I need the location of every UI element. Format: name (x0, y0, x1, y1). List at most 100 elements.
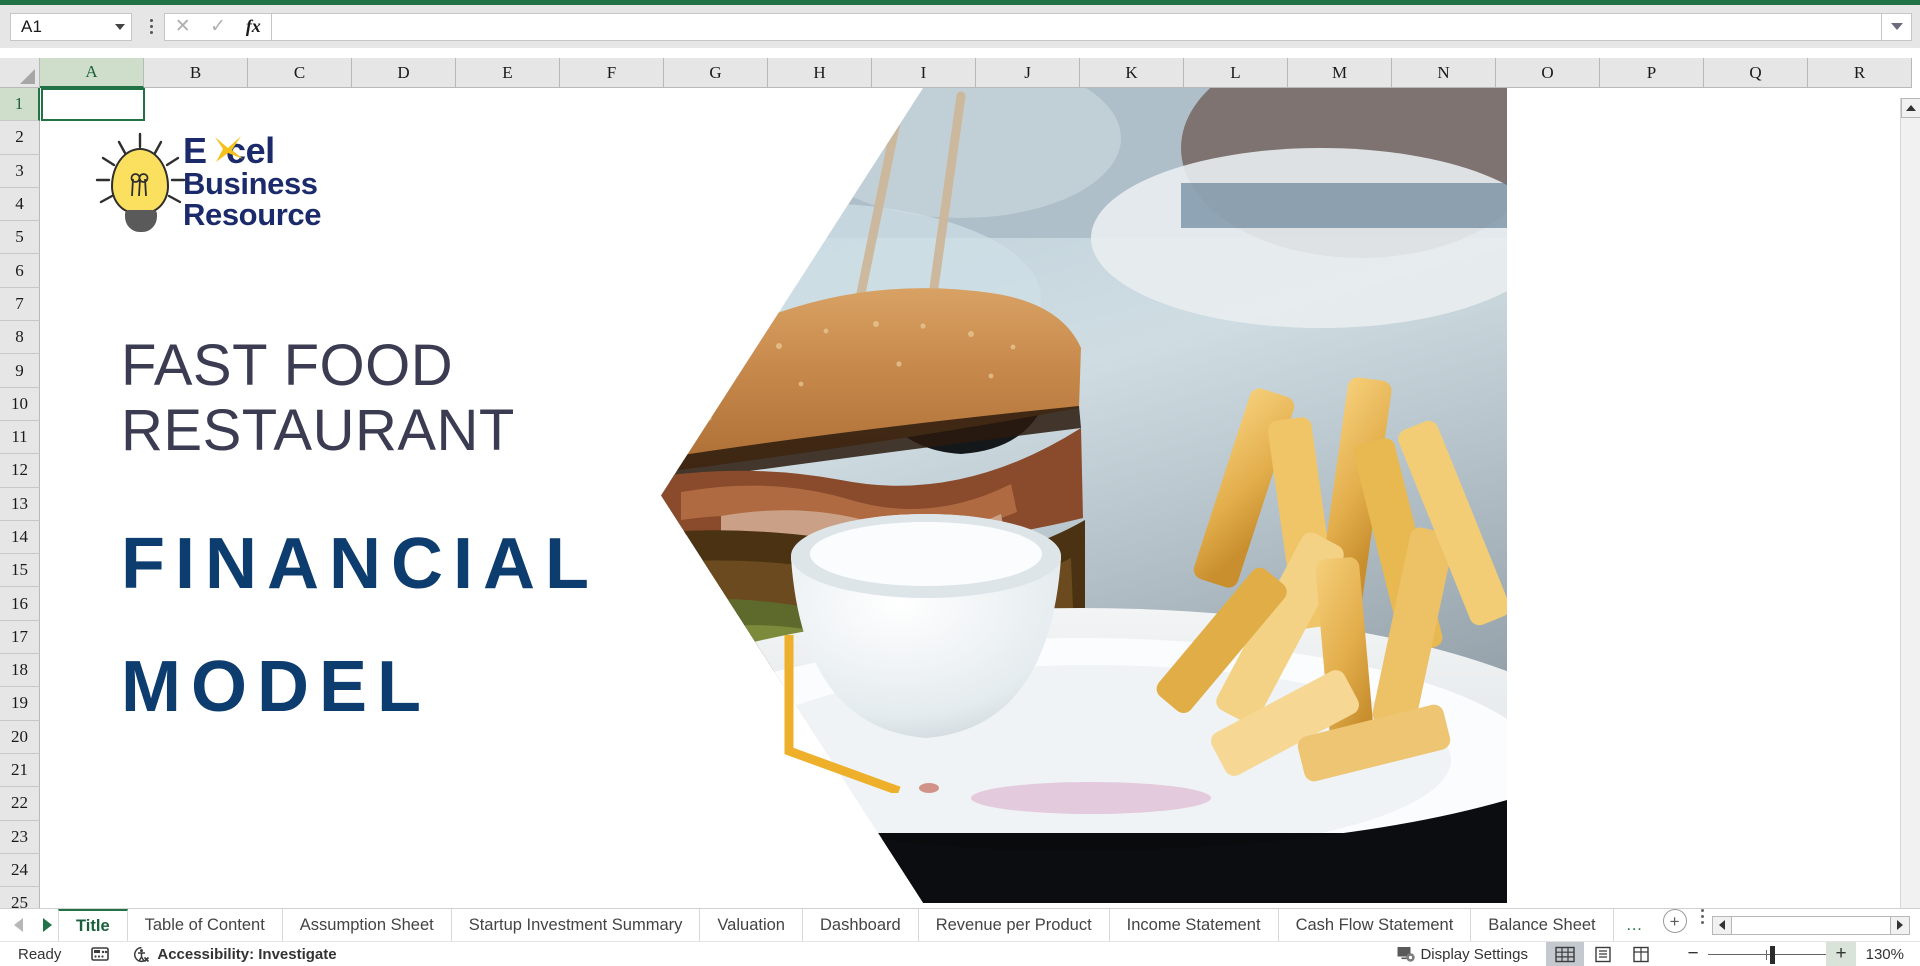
sheet-tab-dashboard[interactable]: Dashboard (803, 909, 919, 941)
formula-input[interactable] (272, 12, 1882, 41)
scroll-up-button[interactable] (1901, 98, 1920, 118)
scroll-right-button[interactable] (1890, 915, 1910, 935)
zoom-slider[interactable] (1708, 942, 1826, 966)
sheet-tab-balance-sheet[interactable]: Balance Sheet (1471, 909, 1614, 941)
sheet-tab-options-icon[interactable] (1700, 909, 1704, 941)
cancel-entry-button[interactable]: ✕ (166, 14, 200, 40)
display-settings-button[interactable]: Display Settings (1397, 946, 1528, 963)
scroll-left-button[interactable] (1711, 915, 1732, 935)
row-header-8[interactable]: 8 (0, 321, 40, 355)
chevron-down-icon (1890, 23, 1903, 30)
row-header-14[interactable]: 14 (0, 520, 40, 555)
column-header-g[interactable]: G (664, 58, 768, 88)
close-icon: ✕ (174, 16, 191, 37)
column-header-f[interactable]: F (560, 58, 664, 88)
horizontal-scroll-track[interactable] (1731, 915, 1890, 935)
row-header-13[interactable]: 13 (0, 487, 40, 521)
zoom-out-button[interactable]: − (1678, 942, 1708, 966)
row-header-9[interactable]: 9 (0, 354, 40, 388)
column-header-e[interactable]: E (456, 58, 560, 88)
column-header-o[interactable]: O (1496, 58, 1600, 88)
select-all-corner[interactable] (0, 58, 40, 88)
column-header-h[interactable]: H (768, 58, 872, 88)
column-header-j[interactable]: J (976, 58, 1080, 88)
row-header-3[interactable]: 3 (0, 154, 40, 188)
record-macro-icon[interactable] (91, 946, 110, 962)
row-header-10[interactable]: 10 (0, 387, 40, 421)
sheet-tab-table-of-content[interactable]: Table of Content (128, 909, 283, 941)
triangle-right-icon (1897, 920, 1903, 930)
zoom-slider-thumb[interactable] (1770, 945, 1775, 964)
row-header-19[interactable]: 19 (0, 687, 40, 721)
row-header-5[interactable]: 5 (0, 221, 40, 255)
column-header-a[interactable]: A (40, 58, 144, 88)
status-bar: Ready Accessibility: Investigate Display… (0, 941, 1920, 966)
accessibility-status[interactable]: Accessibility: Investigate (133, 946, 337, 963)
confirm-entry-button[interactable]: ✓ (201, 14, 235, 40)
chevron-down-icon[interactable] (115, 23, 125, 30)
column-header-l[interactable]: L (1184, 58, 1288, 88)
row-header-11[interactable]: 11 (0, 420, 40, 455)
status-bar-right: Display Settings − + 130% (1397, 941, 1920, 966)
column-header-i[interactable]: I (872, 58, 976, 88)
sheet-tab-startup-investment-summary[interactable]: Startup Investment Summary (452, 909, 701, 941)
title-line-model: MODEL (121, 647, 431, 727)
formula-action-group: ✕ ✓ fx (164, 12, 272, 41)
column-header-b[interactable]: B (144, 58, 248, 88)
row-header-20[interactable]: 20 (0, 720, 40, 754)
row-header-23[interactable]: 23 (0, 820, 40, 854)
sheet-canvas[interactable]: Excel Business Resource FAST FOOD RESTAU… (41, 88, 1920, 948)
column-header-m[interactable]: M (1288, 58, 1392, 88)
column-header-k[interactable]: K (1080, 58, 1184, 88)
row-header-6[interactable]: 6 (0, 254, 40, 288)
row-header-4[interactable]: 4 (0, 187, 40, 222)
row-header-21[interactable]: 21 (0, 753, 40, 788)
vertical-scrollbar[interactable] (1900, 98, 1920, 954)
column-header-r[interactable]: R (1808, 58, 1912, 88)
row-header-16[interactable]: 16 (0, 587, 40, 621)
row-header-22[interactable]: 22 (0, 787, 40, 821)
page-layout-icon (1595, 946, 1611, 962)
row-header-12[interactable]: 12 (0, 454, 40, 488)
formula-bar: A1 ✕ ✓ fx (0, 5, 1920, 48)
sheet-overflow-indicator[interactable]: … (1614, 909, 1657, 941)
row-header-24[interactable]: 24 (0, 853, 40, 888)
function-icon: fx (245, 16, 261, 36)
horizontal-scrollbar[interactable] (1711, 909, 1920, 941)
column-header-q[interactable]: Q (1704, 58, 1808, 88)
row-header-18[interactable]: 18 (0, 654, 40, 688)
column-header-p[interactable]: P (1600, 58, 1704, 88)
chevron-accent-icon (784, 635, 901, 793)
expand-formula-bar-button[interactable] (1882, 12, 1912, 41)
add-sheet-button[interactable]: + (1662, 909, 1687, 933)
zoom-level-label[interactable]: 130% (1856, 946, 1920, 963)
insert-function-button[interactable]: fx (236, 14, 270, 40)
excel-business-resource-logo: Excel Business Resource (83, 130, 328, 232)
page-break-preview-button[interactable] (1622, 942, 1660, 966)
next-sheet-icon[interactable] (43, 918, 52, 932)
sheet-tab-revenue-per-product[interactable]: Revenue per Product (919, 909, 1110, 941)
row-header-17[interactable]: 17 (0, 620, 40, 655)
logo-letter-e: E (183, 130, 207, 171)
sheet-tab-bar: Title Table of Content Assumption Sheet Sta… (0, 908, 1920, 941)
row-header-2[interactable]: 2 (0, 121, 40, 155)
page-layout-view-button[interactable] (1584, 942, 1622, 966)
formula-bar-options-icon[interactable] (140, 13, 162, 41)
sheet-tab-valuation[interactable]: Valuation (700, 909, 803, 941)
previous-sheet-icon[interactable] (14, 918, 23, 932)
column-headers: ABCDEFGHIJKLMNOPQR (0, 58, 1920, 88)
sheet-tab-income-statement[interactable]: Income Statement (1110, 909, 1279, 941)
sheet-tab-title[interactable]: Title (58, 909, 128, 941)
sheet-tab-cash-flow-statement[interactable]: Cash Flow Statement (1279, 909, 1472, 941)
sheet-tab-assumption-sheet[interactable]: Assumption Sheet (283, 909, 452, 941)
column-header-c[interactable]: C (248, 58, 352, 88)
column-header-d[interactable]: D (352, 58, 456, 88)
row-header-1[interactable]: 1 (0, 88, 40, 122)
column-header-n[interactable]: N (1392, 58, 1496, 88)
row-header-15[interactable]: 15 (0, 554, 40, 588)
name-box[interactable]: A1 (10, 12, 132, 41)
zoom-in-button[interactable]: + (1826, 941, 1856, 966)
row-header-7[interactable]: 7 (0, 287, 40, 322)
normal-view-button[interactable] (1546, 941, 1584, 966)
excel-window: A1 ✕ ✓ fx ABCDEFGHIJKLMNOPQR 1 2 3 4 5 6 7 8 9 10… (0, 0, 1920, 966)
